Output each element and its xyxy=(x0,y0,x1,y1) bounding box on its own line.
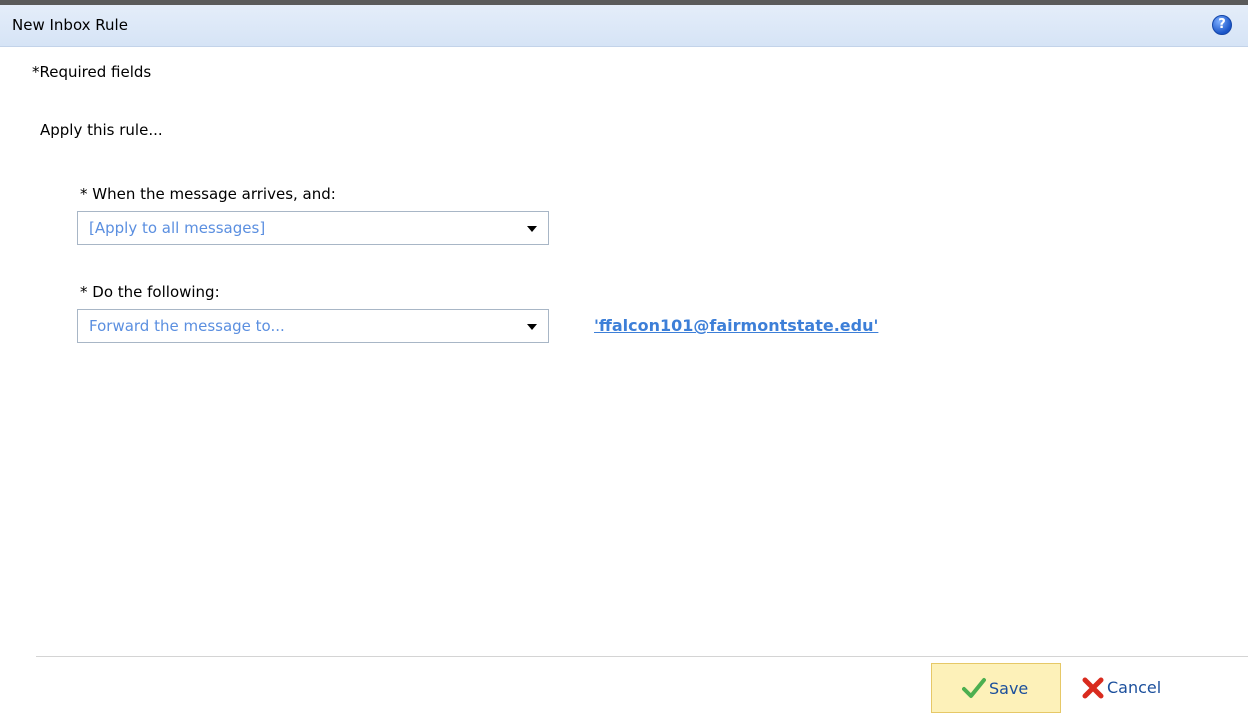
chevron-down-icon xyxy=(527,324,537,330)
apply-rule-heading: Apply this rule... xyxy=(40,121,163,139)
title-bar: New Inbox Rule ? xyxy=(0,5,1248,47)
required-fields-note: *Required fields xyxy=(32,63,152,81)
chevron-down-icon xyxy=(527,226,537,232)
cancel-button[interactable]: Cancel xyxy=(1076,663,1206,713)
condition-label: * When the message arrives, and: xyxy=(80,185,336,203)
cancel-label: Cancel xyxy=(1107,678,1162,697)
help-icon[interactable]: ? xyxy=(1212,15,1232,35)
footer-divider xyxy=(36,656,1248,657)
condition-select[interactable]: [Apply to all messages] xyxy=(77,211,549,245)
checkmark-icon xyxy=(962,678,986,698)
save-button[interactable]: Save xyxy=(931,663,1061,713)
close-icon xyxy=(1082,677,1104,699)
window-title: New Inbox Rule xyxy=(12,16,128,34)
condition-selected-value: [Apply to all messages] xyxy=(89,219,266,237)
action-select[interactable]: Forward the message to... xyxy=(77,309,549,343)
action-label: * Do the following: xyxy=(80,283,220,301)
forward-recipient-link[interactable]: 'ffalcon101@fairmontstate.edu' xyxy=(594,316,878,335)
save-label: Save xyxy=(989,679,1029,698)
inbox-rule-window: New Inbox Rule ? *Required fields Apply … xyxy=(0,0,1248,717)
action-selected-value: Forward the message to... xyxy=(89,317,285,335)
